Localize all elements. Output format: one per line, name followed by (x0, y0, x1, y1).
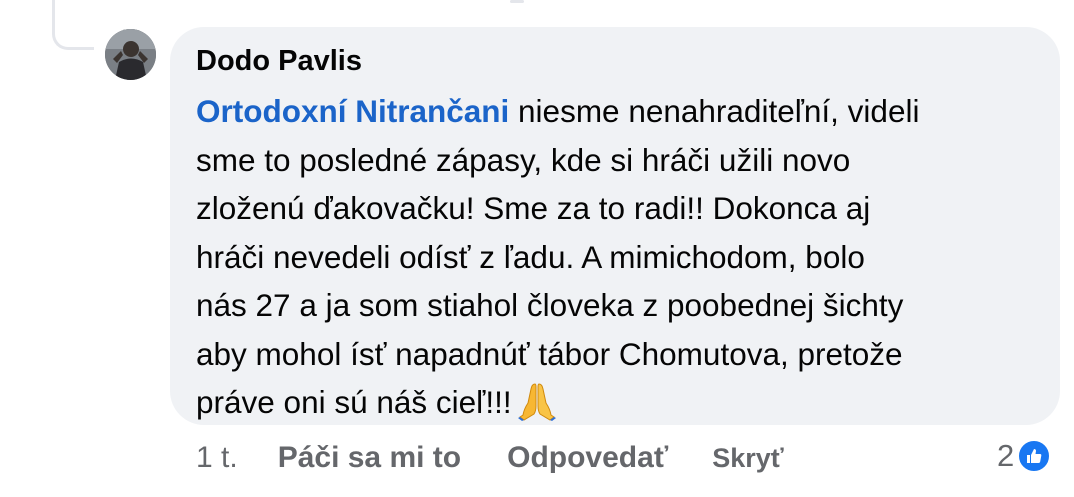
avatar[interactable] (105, 29, 156, 80)
like-button[interactable]: Páči sa mi to (278, 441, 461, 475)
thread-connector-top (510, 0, 524, 3)
comment-text-line-4: hráči nevedeli odísť z ľadu. A mimichodo… (196, 238, 865, 275)
comment-text-line-5: nás 27 a ja som stiahol človeka z poobed… (196, 287, 904, 323)
comment-text-line-1: niesme nenahraditeľní, videli (509, 93, 920, 129)
reaction-summary[interactable]: 2 (997, 434, 1052, 478)
reply-button[interactable]: Odpovedať (507, 441, 668, 475)
comment-text-line-6: aby mohol ísť napadnúť tábor Chomutova, … (196, 335, 903, 372)
comment-timestamp[interactable]: 1 t. (196, 441, 238, 475)
folded-hands-emoji (517, 381, 556, 435)
comment-author[interactable]: Dodo Pavlis (196, 41, 1034, 81)
comment-bubble: Dodo Pavlis Ortodoxní Nitrančani niesme … (170, 27, 1060, 425)
mention-link[interactable]: Ortodoxní Nitrančani (196, 93, 509, 129)
comment-actions: 1 t. Páči sa mi to Odpovedať Skryť (196, 436, 784, 480)
comment-text-line-3: zloženú ďakovačku! Sme za to radi!! Doko… (196, 190, 871, 226)
comment-text-line-7: práve oni sú náš cieľ!!! (196, 384, 512, 420)
reaction-count: 2 (997, 438, 1015, 473)
comment-thread: Dodo Pavlis Ortodoxní Nitrančani niesme … (0, 0, 1074, 497)
comment-text-line-2: sme to posledné zápasy, kde si hráči uži… (196, 141, 851, 178)
like-icon (1017, 439, 1052, 473)
thread-connector-line (52, 0, 94, 50)
comment-body: Ortodoxní Nitrančani niesme nenahraditeľ… (196, 87, 1034, 435)
hide-button[interactable]: Skryť (712, 443, 783, 474)
